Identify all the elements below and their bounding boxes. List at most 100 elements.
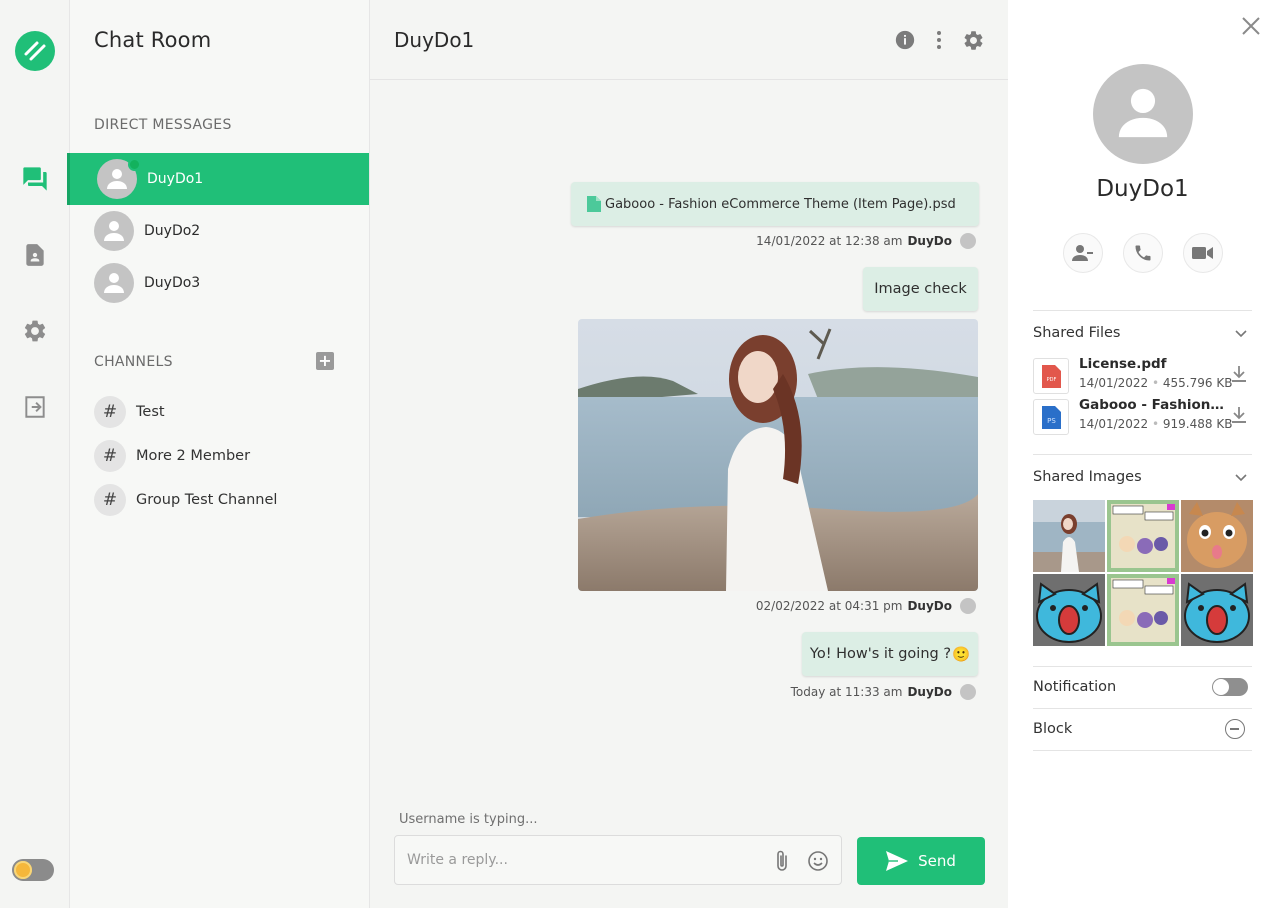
message-meta: Today at 11:33 am DuyDo — [791, 684, 976, 700]
shared-image-thumb[interactable] — [1181, 574, 1253, 646]
dm-name: DuyDo1 — [147, 171, 204, 187]
chat-bubbles-icon — [23, 167, 47, 191]
chat-settings-button[interactable] — [961, 28, 985, 52]
block-label: Block — [1033, 721, 1073, 737]
avatar — [97, 158, 141, 199]
svg-text:PDF: PDF — [1047, 377, 1057, 383]
phone-icon — [1135, 245, 1151, 261]
file-meta: 14/01/2022 • 919.488 KB — [1079, 417, 1233, 431]
app-logo[interactable] — [15, 31, 55, 71]
chat-header: DuyDo1 — [370, 0, 1008, 80]
sidebar: Chat Room DIRECT MESSAGES DuyDo1 DuyDo2 … — [67, 0, 370, 908]
shared-images-grid — [1033, 500, 1253, 646]
shared-image-thumb[interactable] — [1033, 500, 1105, 572]
paperclip-icon[interactable] — [775, 850, 789, 872]
gear-icon — [24, 320, 46, 342]
pdf-file-icon: PDF — [1033, 358, 1069, 394]
text-message: Image check — [863, 267, 978, 311]
file-name: Gabooo - Fashion eCommerce Theme (Item P… — [1079, 397, 1227, 413]
divider — [1033, 750, 1252, 751]
channel-item-test[interactable]: # Test — [94, 395, 165, 429]
dm-item-duydo2[interactable]: DuyDo2 — [67, 205, 369, 257]
avatar — [94, 211, 134, 251]
dm-name: DuyDo3 — [144, 275, 201, 291]
download-icon[interactable] — [1230, 405, 1248, 425]
message-time: 14/01/2022 at 12:38 am — [756, 234, 903, 248]
channel-item-more-2-member[interactable]: # More 2 Member — [94, 439, 250, 473]
shared-image-thumb[interactable] — [1107, 500, 1179, 572]
nav-rail — [0, 0, 70, 908]
file-message[interactable]: Gabooo - Fashion eCommerce Theme (Item P… — [571, 182, 979, 226]
video-call-button[interactable] — [1183, 233, 1223, 273]
chat-title: DuyDo1 — [394, 28, 475, 52]
file-name: License.pdf — [1079, 356, 1167, 372]
shared-images-label: Shared Images — [1033, 469, 1142, 485]
channel-item-group-test-channel[interactable]: # Group Test Channel — [94, 483, 277, 517]
file-message-name: Gabooo - Fashion eCommerce Theme (Item P… — [605, 196, 956, 212]
direct-messages-label: DIRECT MESSAGES — [94, 117, 232, 133]
image-message[interactable] — [578, 319, 978, 591]
user-icon — [1118, 88, 1168, 138]
user-avatar-icon — [960, 684, 976, 700]
file-icon — [587, 196, 601, 212]
divider — [1033, 310, 1252, 311]
video-camera-icon — [1192, 247, 1213, 259]
message-time: Today at 11:33 am — [790, 685, 903, 699]
message-time: 02/02/2022 at 04:31 pm — [755, 599, 903, 613]
composer — [394, 835, 842, 885]
divider — [1033, 708, 1252, 709]
hash-icon: # — [94, 396, 126, 428]
send-icon — [886, 851, 909, 871]
user-icon — [104, 221, 124, 241]
contact-details-panel: DuyDo1 Shared Files PDF License.pdf 14/0… — [1008, 0, 1277, 908]
rail-settings-button[interactable] — [17, 313, 53, 349]
block-icon[interactable] — [1225, 719, 1245, 739]
kebab-menu-icon — [937, 31, 941, 49]
shared-image-thumb[interactable] — [1033, 574, 1105, 646]
voice-call-button[interactable] — [1123, 233, 1163, 273]
shared-image-thumb[interactable] — [1107, 574, 1179, 646]
dm-item-duydo3[interactable]: DuyDo3 — [67, 257, 369, 309]
channels-label: CHANNELS — [94, 354, 173, 370]
more-options-button[interactable] — [927, 28, 951, 52]
info-button[interactable] — [893, 28, 917, 52]
rail-contacts-button[interactable] — [17, 237, 53, 273]
remove-friend-button[interactable] — [1063, 233, 1103, 273]
shared-file-item[interactable]: PDF License.pdf 14/01/2022 • 455.796 KB — [1033, 356, 1253, 394]
notification-toggle[interactable] — [1212, 678, 1248, 696]
emoji-icon[interactable] — [807, 850, 829, 872]
download-icon[interactable] — [1230, 364, 1248, 384]
message-text: Yo! How's it going ? — [809, 646, 952, 662]
send-label: Send — [918, 852, 956, 870]
user-icon — [107, 169, 127, 189]
notification-label: Notification — [1033, 679, 1117, 695]
user-avatar-icon — [960, 233, 976, 249]
svg-text:PS: PS — [1047, 417, 1056, 425]
rail-logout-button[interactable] — [17, 389, 53, 425]
user-icon — [104, 273, 124, 293]
divider — [1033, 666, 1252, 667]
avatar — [94, 263, 134, 303]
sun-icon — [14, 861, 32, 879]
contact-name: DuyDo1 — [1096, 176, 1189, 202]
dm-item-duydo1[interactable]: DuyDo1 — [67, 153, 369, 205]
photoshop-file-icon: PS — [1033, 399, 1069, 435]
shared-files-label: Shared Files — [1033, 325, 1121, 341]
hash-icon: # — [94, 484, 126, 516]
add-channel-icon[interactable]: + — [316, 352, 334, 370]
send-button[interactable]: Send — [857, 837, 985, 885]
shared-file-item[interactable]: PS Gabooo - Fashion eCommerce Theme (Ite… — [1033, 397, 1253, 435]
message-meta: 14/01/2022 at 12:38 am DuyDo — [756, 233, 976, 249]
close-icon — [1242, 17, 1260, 35]
chevron-down-icon[interactable] — [1233, 469, 1249, 485]
message-input[interactable] — [407, 849, 767, 871]
dm-name: DuyDo2 — [144, 223, 201, 239]
text-message: Yo! How's it going ? 🙂 — [802, 632, 978, 676]
close-panel-button[interactable] — [1239, 14, 1263, 38]
contact-card-icon — [26, 244, 44, 266]
chevron-down-icon[interactable] — [1233, 325, 1249, 341]
shared-image-thumb[interactable] — [1181, 500, 1253, 572]
theme-toggle[interactable] — [12, 859, 54, 881]
divider — [1033, 454, 1252, 455]
rail-chats-button[interactable] — [17, 161, 53, 197]
